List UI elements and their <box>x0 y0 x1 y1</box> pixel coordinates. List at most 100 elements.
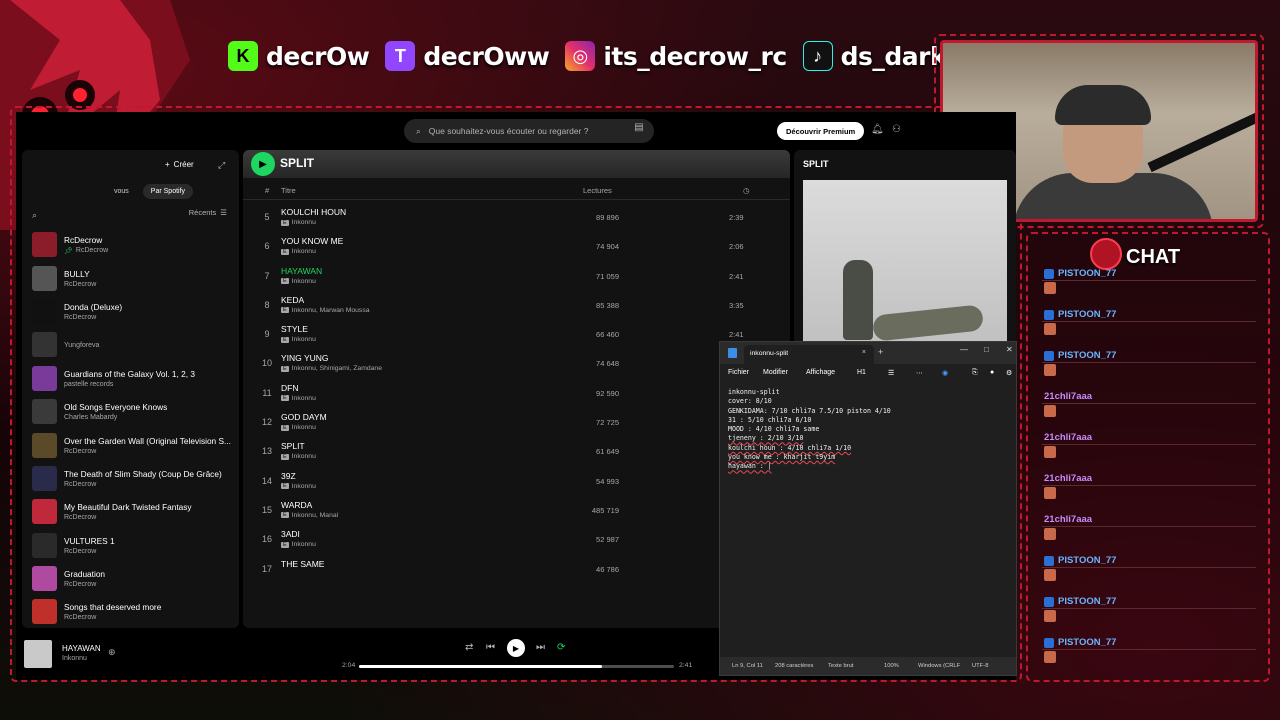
library-item[interactable]: Songs that deserved more RcDecrow <box>28 595 233 628</box>
minimize-icon[interactable]: — <box>960 345 968 354</box>
track-title[interactable]: YOU KNOW ME <box>281 236 343 246</box>
expand-icon[interactable]: ⤢ <box>218 160 225 171</box>
track-artist-name[interactable]: Inkonnu <box>292 395 316 402</box>
track-row[interactable]: 10 YING YUNG E Inkonnu, Shinigami, Zamdan… <box>243 349 790 378</box>
track-title[interactable]: HAYAWAN <box>281 266 322 276</box>
previous-icon[interactable]: ⏮︎ <box>486 642 495 653</box>
track-artist-name[interactable]: Inkonnu <box>292 424 316 431</box>
cover-statue <box>843 260 873 340</box>
track-row[interactable]: 14 39Z E Inkonnu 54 993 <box>243 467 790 496</box>
emote-icon <box>1044 323 1056 335</box>
notepad-tab[interactable]: inkonnu-split × <box>744 345 874 364</box>
track-artist-name[interactable]: Inkonnu, Manal <box>292 512 338 519</box>
track-row[interactable]: 8 KEDA E Inkonnu, Marwan Moussa 85 388 3:… <box>243 291 790 320</box>
track-artist-name[interactable]: Inkonnu <box>292 336 316 343</box>
track-artist-name[interactable]: Inkonnu <box>292 541 316 548</box>
new-tab-icon[interactable]: + <box>878 347 883 357</box>
track-row[interactable]: 13 SPLIT E Inkonnu 61 649 <box>243 437 790 466</box>
play-button[interactable]: ▶ <box>251 152 275 176</box>
more-icon[interactable]: ⋯ <box>916 369 923 377</box>
copilot-icon[interactable]: ◉ <box>942 369 948 377</box>
library-item[interactable]: The Death of Slim Shady (Coup De Grâce) … <box>28 462 233 495</box>
menu-fichier[interactable]: Fichier <box>728 369 749 376</box>
next-icon[interactable]: ⏭︎ <box>536 642 545 653</box>
browse-icon[interactable]: ▤ <box>630 122 648 140</box>
now-playing-artist[interactable]: Inkonnu <box>62 655 87 662</box>
tab-close-icon[interactable]: × <box>862 349 866 356</box>
track-row[interactable]: 7 HAYAWAN E Inkonnu 71 059 2:41 <box>243 262 790 291</box>
track-artist: E Inkonnu, Manal <box>281 512 338 519</box>
close-icon[interactable]: ✕ <box>1006 345 1013 354</box>
track-row[interactable]: 9 STYLE E Inkonnu 66 460 2:41 <box>243 320 790 349</box>
track-artist-name[interactable]: Inkonnu <box>292 278 316 285</box>
track-title[interactable]: DFN <box>281 383 298 393</box>
library-item[interactable]: Over the Garden Wall (Original Televisio… <box>28 428 233 461</box>
friends-icon[interactable]: ⚇ <box>892 124 901 135</box>
track-title[interactable]: THE SAME <box>281 559 324 569</box>
library-item-text: Donda (Deluxe) RcDecrow <box>64 302 232 321</box>
track-title[interactable]: KEDA <box>281 295 304 305</box>
track-artist-name[interactable]: Inkonnu <box>292 219 316 226</box>
notepad-menubar: Fichier Modifier Affichage H1 ☰ ⋯ ◉ ⎘ ● … <box>720 364 1016 382</box>
create-button[interactable]: + Créer <box>165 160 194 169</box>
track-title[interactable]: YING YUNG <box>281 353 329 363</box>
progress-bar[interactable] <box>359 665 674 668</box>
library-item-title: The Death of Slim Shady (Coup De Grâce) <box>64 468 222 479</box>
maximize-icon[interactable]: □ <box>984 345 989 354</box>
library-item[interactable]: RcDecrow 📌︎ RcDecrow <box>28 228 233 261</box>
track-row[interactable]: 15 WARDA E Inkonnu, Manal 485 719 <box>243 496 790 525</box>
now-playing-thumbnail[interactable] <box>24 640 52 668</box>
account-icon[interactable]: ● <box>990 369 994 376</box>
track-plays: 46 786 <box>596 564 619 574</box>
library-item[interactable]: Guardians of the Galaxy Vol. 1, 2, 3 pas… <box>28 362 233 395</box>
track-artist-name[interactable]: Inkonnu <box>292 453 316 460</box>
library-item[interactable]: Graduation RcDecrow <box>28 562 233 595</box>
track-row[interactable]: 6 YOU KNOW ME E Inkonnu 74 904 2:06 <box>243 232 790 261</box>
chip-par-spotify[interactable]: Par Spotify <box>142 184 194 199</box>
share-icon[interactable]: ⎘ <box>972 369 978 377</box>
library-item[interactable]: Yungforeva <box>28 328 233 361</box>
library-sort[interactable]: Récents ☰ <box>189 208 227 217</box>
track-title[interactable]: GOD DAYM <box>281 412 327 422</box>
track-title[interactable]: SPLIT <box>281 441 305 451</box>
track-artist-name[interactable]: Inkonnu <box>292 248 316 255</box>
track-artist-name[interactable]: Inkonnu <box>292 483 316 490</box>
bell-icon[interactable]: 🔔︎ <box>871 124 884 135</box>
chat-username: 21chli7aaa <box>1044 514 1093 525</box>
repeat-icon[interactable]: ⟳ <box>557 642 565 653</box>
play-pause-button[interactable]: ▶ <box>507 639 525 657</box>
shuffle-icon[interactable]: ⇄ <box>465 642 473 653</box>
notepad-editor[interactable]: inkonnu-split cover: 8/10 GENKIDAMA: 7/10 … <box>728 388 1010 472</box>
track-row[interactable]: 5 KOULCHI HOUN E Inkonnu 89 896 2:39 <box>243 203 790 232</box>
library-item[interactable]: BULLY RcDecrow <box>28 261 233 294</box>
explicit-icon: E <box>281 483 289 490</box>
library-item-owner: RcDecrow <box>64 313 97 321</box>
track-title[interactable]: 3ADI <box>281 529 300 539</box>
track-artist-name[interactable]: Inkonnu, Shinigami, Zamdane <box>292 365 382 372</box>
menu-affichage[interactable]: Affichage <box>806 369 835 376</box>
track-row[interactable]: 11 DFN E Inkonnu 92 590 <box>243 379 790 408</box>
track-title[interactable]: WARDA <box>281 500 312 510</box>
heading-button[interactable]: H1 <box>857 369 866 376</box>
track-title[interactable]: KOULCHI HOUN <box>281 207 346 217</box>
menu-modifier[interactable]: Modifier <box>763 369 788 376</box>
library-item[interactable]: VULTURES 1 RcDecrow <box>28 529 233 562</box>
track-artist-name[interactable]: Inkonnu, Marwan Moussa <box>292 307 370 314</box>
library-item[interactable]: My Beautiful Dark Twisted Fantasy RcDecr… <box>28 495 233 528</box>
track-row[interactable]: 17 THE SAME 46 786 <box>243 555 790 584</box>
library-item[interactable]: Donda (Deluxe) RcDecrow <box>28 295 233 328</box>
search-input[interactable]: ⌕ Que souhaitez-vous écouter ou regarder… <box>404 119 654 143</box>
library-item[interactable]: Old Songs Everyone Knows Charles Mabardy <box>28 395 233 428</box>
track-title[interactable]: STYLE <box>281 324 308 334</box>
track-row[interactable]: 16 3ADI E Inkonnu 52 987 <box>243 525 790 554</box>
track-title[interactable]: 39Z <box>281 471 296 481</box>
now-playing-track[interactable]: HAYAWAN <box>62 644 101 653</box>
list-icon[interactable]: ☰ <box>888 369 894 377</box>
settings-icon[interactable]: ⚙ <box>1006 369 1012 377</box>
track-row[interactable]: 12 GOD DAYM E Inkonnu 72 725 <box>243 408 790 437</box>
library-item-subtitle: pastelle records <box>64 381 232 388</box>
add-to-library-icon[interactable]: ⊕ <box>108 647 116 658</box>
chip-vous[interactable]: vous <box>106 184 137 199</box>
library-search-icon[interactable]: ⌕ <box>32 210 37 221</box>
discover-premium-button[interactable]: Découvrir Premium <box>777 122 865 140</box>
